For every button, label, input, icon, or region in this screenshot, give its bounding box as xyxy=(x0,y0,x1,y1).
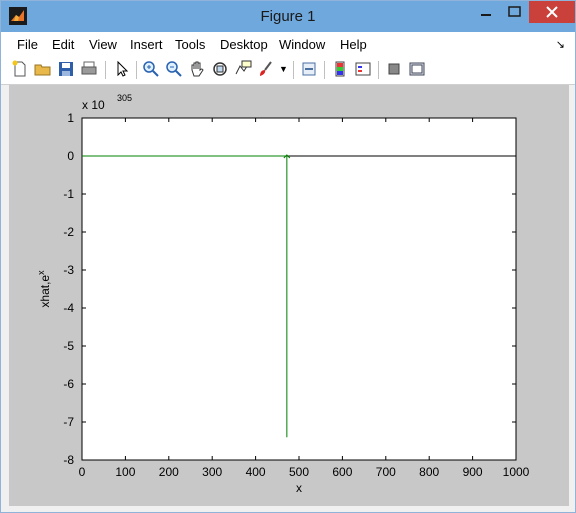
figure-canvas: 0 100 200 300 400 500 600 700 800 900 1000 1 0 -1 -2 -3… xyxy=(9,85,569,506)
pan-icon[interactable] xyxy=(188,60,206,78)
colorbar-icon[interactable] xyxy=(331,60,349,78)
brush-icon[interactable] xyxy=(257,60,275,78)
toolbar-separator xyxy=(324,61,325,79)
y-tick-label: -6 xyxy=(63,377,74,391)
x-tick-label: 300 xyxy=(202,465,222,479)
axes-box xyxy=(81,117,517,461)
menu-edit[interactable]: Edit xyxy=(52,37,74,52)
y-tick-label: -3 xyxy=(63,263,74,277)
menu-view[interactable]: View xyxy=(89,37,117,52)
y-tick-label: -5 xyxy=(63,339,74,353)
x-tick-label: 500 xyxy=(289,465,309,479)
figure-window: Figure 1 File Edit View Insert Tools Des… xyxy=(0,0,576,513)
toolbar-separator xyxy=(378,61,379,79)
brush-dropdown-icon[interactable]: ▼ xyxy=(279,64,288,82)
y-tick-label: -1 xyxy=(63,187,74,201)
x-tick-label: 200 xyxy=(159,465,179,479)
print-icon[interactable] xyxy=(80,60,98,78)
dock-arrow-icon[interactable]: ↘ xyxy=(556,38,565,51)
y-axis-label-superscript: x xyxy=(36,270,46,275)
x-tick-label: 1000 xyxy=(503,465,530,479)
pointer-icon[interactable] xyxy=(113,60,131,78)
menu-file[interactable]: File xyxy=(17,37,38,52)
y-exponent-value: 305 xyxy=(117,93,132,103)
close-icon xyxy=(546,6,558,18)
y-exponent-label: x 10 xyxy=(82,98,105,112)
data-cursor-icon[interactable] xyxy=(234,60,252,78)
zoom-in-icon[interactable] xyxy=(142,60,160,78)
x-tick-label: 600 xyxy=(332,465,352,479)
x-tick-label: 900 xyxy=(463,465,483,479)
menu-tools[interactable]: Tools xyxy=(175,37,205,52)
maximize-icon xyxy=(508,6,521,17)
x-tick-label: 800 xyxy=(419,465,439,479)
toolbar-separator xyxy=(293,61,294,79)
minimize-icon xyxy=(481,14,491,16)
rotate-3d-icon[interactable] xyxy=(211,60,229,78)
menu-insert[interactable]: Insert xyxy=(130,37,163,52)
x-axis-label: x xyxy=(296,481,302,495)
close-button[interactable] xyxy=(529,1,575,23)
y-axis-label: xhat,ex xyxy=(36,270,52,308)
y-tick-label: 1 xyxy=(67,111,74,125)
x-tick-label: 0 xyxy=(79,465,86,479)
y-tick-label: -4 xyxy=(63,301,74,315)
minimize-button[interactable] xyxy=(471,1,501,23)
open-icon[interactable] xyxy=(34,60,52,78)
link-plot-icon[interactable] xyxy=(300,60,318,78)
title-bar: Figure 1 xyxy=(1,1,575,32)
new-figure-icon[interactable] xyxy=(11,60,29,78)
show-plot-tools-icon[interactable] xyxy=(408,60,426,78)
zoom-out-icon[interactable] xyxy=(165,60,183,78)
menu-desktop[interactable]: Desktop xyxy=(220,37,268,52)
hide-plot-tools-icon[interactable] xyxy=(385,60,403,78)
x-tick-label: 400 xyxy=(246,465,266,479)
y-tick-label: -8 xyxy=(63,453,74,467)
legend-icon[interactable] xyxy=(354,60,372,78)
plot-area[interactable]: 0 100 200 300 400 500 600 700 800 900 1000 1 0 -1 -2 -3… xyxy=(9,85,569,506)
figure-toolbar: ▼ xyxy=(1,56,575,85)
menu-bar: File Edit View Insert Tools Desktop Wind… xyxy=(1,32,575,57)
menu-window[interactable]: Window xyxy=(279,37,325,52)
menu-help[interactable]: Help xyxy=(340,37,367,52)
y-tick-label: -2 xyxy=(63,225,74,239)
x-tick-label: 700 xyxy=(376,465,396,479)
toolbar-separator xyxy=(136,61,137,79)
maximize-button[interactable] xyxy=(501,1,529,23)
y-tick-label: 0 xyxy=(67,149,74,163)
save-icon[interactable] xyxy=(57,60,75,78)
toolbar-separator xyxy=(105,61,106,79)
x-tick-label: 100 xyxy=(115,465,135,479)
y-tick-label: -7 xyxy=(63,415,74,429)
